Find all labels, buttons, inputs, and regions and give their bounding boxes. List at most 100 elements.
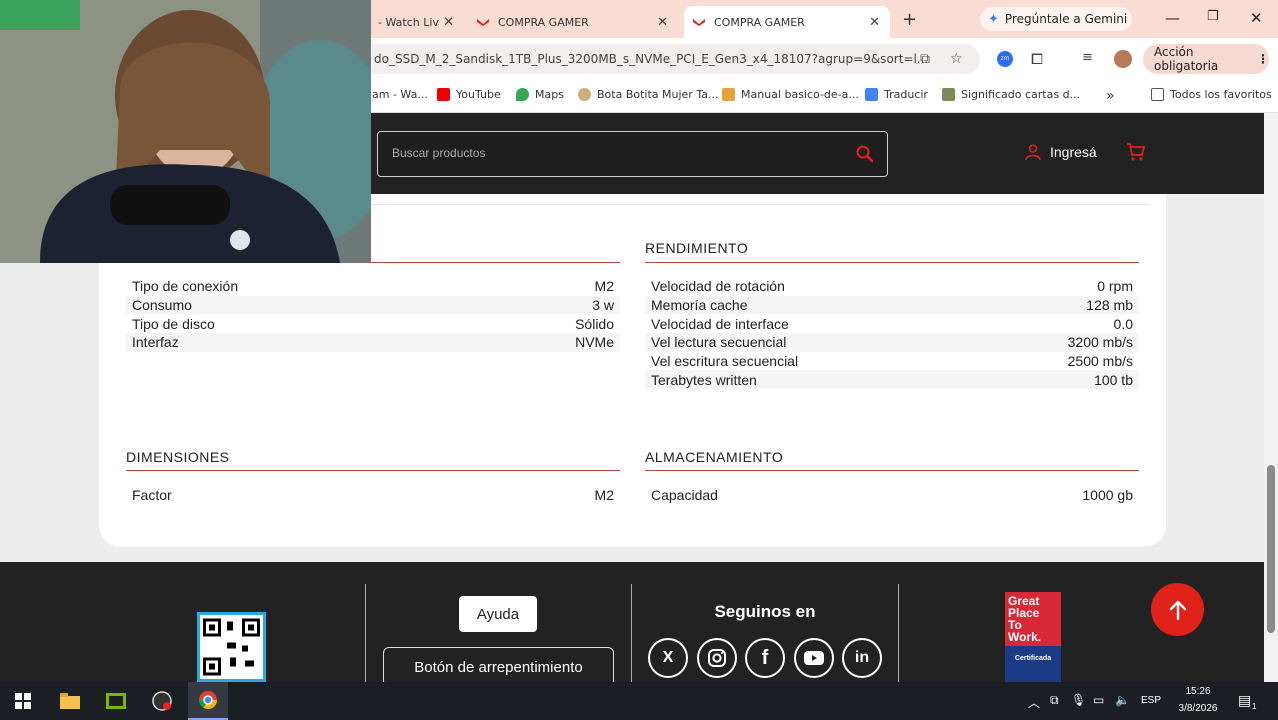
action-required-button[interactable]: Acción obligatoria ⋮ — [1143, 44, 1269, 74]
bookmark-maps[interactable]: Maps — [516, 88, 564, 101]
show-hidden-icons[interactable]: ︿ — [1028, 694, 1040, 711]
spec-value: 2500 mb/s — [1067, 353, 1133, 370]
scroll-to-top-button[interactable] — [1151, 583, 1204, 636]
spec-row: Tipo de conexión M2 — [126, 277, 620, 296]
gemini-sparkle-icon: ✦ — [988, 11, 999, 27]
youtube-glyph-icon — [804, 651, 824, 665]
bookmark-favicon-icon — [578, 88, 591, 101]
search-input[interactable] — [392, 146, 832, 160]
tab-label: COMPRA GAMER — [498, 15, 589, 29]
close-tab-icon[interactable]: ✕ — [869, 15, 880, 30]
linkedin-icon[interactable]: in — [842, 638, 882, 678]
profile-avatar[interactable] — [1114, 50, 1132, 68]
install-app-icon[interactable]: ⧉ — [920, 51, 930, 67]
section-title-almacenamiento: ALMACENAMIENTO — [645, 449, 784, 465]
notifications-icon[interactable]: ▤ — [1238, 692, 1251, 709]
close-tab-icon[interactable]: ✕ — [657, 15, 668, 30]
clock-date[interactable]: 3/8/2026 — [1170, 703, 1226, 714]
network-icon[interactable]: ▭ — [1093, 693, 1104, 707]
bookmark-star-icon[interactable]: ☆ — [950, 51, 963, 67]
microphone-icon[interactable]: 🎙 — [1071, 693, 1086, 707]
bookmark-favicon-icon — [942, 88, 955, 101]
obs-icon[interactable] — [146, 682, 178, 720]
tab-watch-live[interactable]: - Watch Liv ✕ — [372, 6, 464, 38]
tab-label: - Watch Liv — [378, 15, 439, 29]
x-twitter-icon[interactable]: X — [648, 638, 688, 678]
search-icon[interactable] — [855, 144, 875, 164]
windows-taskbar: ︿ ⧉ 🎙 ▭ 🔈 ESP 15:26 3/8/2026 ▤ 1 — [0, 682, 1278, 720]
media-control-icon[interactable]: ≡ — [1082, 50, 1093, 65]
footer-divider — [631, 584, 632, 682]
volume-icon[interactable]: 🔈 — [1115, 693, 1130, 707]
spec-label: Interfaz — [132, 334, 179, 351]
help-button[interactable]: Ayuda — [459, 596, 537, 632]
compra-gamer-icon — [693, 19, 705, 26]
spec-value: 0 rpm — [1097, 278, 1133, 295]
spec-value: M2 — [594, 487, 614, 504]
spec-value: 3 w — [592, 297, 614, 314]
chrome-icon[interactable] — [188, 682, 228, 720]
spec-row: Vel lectura secuencial 3200 mb/s — [645, 333, 1139, 352]
login-label: Ingresá — [1050, 144, 1097, 160]
spec-value: Sólido — [575, 315, 614, 332]
url-text: do_SSD_M_2_Sandisk_1TB_Plus_3200MB_s_NVM… — [374, 52, 929, 66]
windows-start-icon[interactable] — [8, 682, 38, 720]
section-rule — [645, 262, 1139, 263]
gemini-label: Pregúntale a Gemini — [1004, 12, 1128, 26]
login-link[interactable]: Ingresá — [1024, 143, 1097, 161]
section-title-rendimiento: RENDIMIENTO — [645, 240, 749, 256]
regret-button[interactable]: Botón de arrepentimiento — [383, 647, 614, 687]
close-window-button[interactable]: ✕ — [1250, 9, 1263, 27]
language-indicator[interactable]: ESP — [1141, 695, 1161, 706]
spec-row: Terabytes written 100 tb — [645, 370, 1139, 390]
clock-time[interactable]: 15:26 — [1172, 686, 1224, 697]
facebook-icon[interactable]: f — [745, 638, 785, 678]
bookmark-label: Significado cartas d... — [961, 88, 1081, 101]
more-bookmarks-icon[interactable]: » — [1106, 88, 1115, 104]
maps-pin-icon — [516, 88, 529, 101]
all-favorites[interactable]: Todos los favoritos — [1151, 88, 1272, 101]
action-required-label: Acción obligatoria — [1154, 45, 1219, 73]
bookmark-youtube[interactable]: YouTube — [437, 88, 501, 101]
section-title-dimensiones: DIMENSIONES — [126, 449, 230, 465]
cart-icon[interactable] — [1126, 142, 1146, 162]
gemini-button[interactable]: ✦ Pregúntale a Gemini — [980, 7, 1132, 31]
tab-compra-gamer-active[interactable]: COMPRA GAMER ✕ — [684, 6, 890, 38]
page-scrollbar[interactable] — [1264, 113, 1278, 682]
spec-label: Velocidad de interface — [651, 315, 789, 332]
scrollbar-thumb[interactable] — [1267, 465, 1275, 633]
spec-label: Factor — [132, 487, 172, 504]
address-bar[interactable]: do_SSD_M_2_Sandisk_1TB_Plus_3200MB_s_NVM… — [372, 44, 980, 74]
restore-button[interactable]: ❐ — [1207, 9, 1219, 24]
bookmark-traducir[interactable]: Traducir — [865, 88, 928, 101]
spec-label: Tipo de conexión — [132, 278, 239, 295]
instagram-icon[interactable] — [697, 638, 737, 678]
spec-value: 0.0 — [1113, 315, 1133, 332]
spec-label: Vel lectura secuencial — [651, 334, 787, 351]
spec-row: Velocidad de interface 0.0 — [645, 314, 1139, 333]
compra-gamer-icon — [477, 19, 489, 26]
footer-divider — [365, 584, 366, 682]
tab-compra-gamer-1[interactable]: COMPRA GAMER ✕ — [468, 6, 678, 38]
youtube-icon — [437, 88, 450, 101]
bookmark-item[interactable]: am - Wa... — [372, 88, 428, 101]
minimize-button[interactable]: — — [1165, 9, 1180, 27]
youtube-icon[interactable] — [794, 638, 834, 678]
extensions-icon[interactable]: ⧠ — [1031, 50, 1043, 68]
new-tab-button[interactable]: + — [902, 9, 917, 30]
tray-app-icon[interactable]: ⧉ — [1050, 693, 1059, 708]
close-tab-icon[interactable]: ✕ — [443, 15, 454, 30]
bookmark-manual[interactable]: Manual basico-de-a... — [722, 88, 859, 101]
zoom-extension-icon[interactable]: zm — [997, 51, 1013, 67]
file-explorer-icon[interactable] — [54, 682, 86, 720]
bookmark-bota[interactable]: Bota Botita Mujer Ta... — [578, 88, 718, 101]
almacenamiento-spec-table: Capacidad 1000 gb — [645, 486, 1139, 505]
spec-value: 100 tb — [1094, 371, 1133, 388]
spec-row: Consumo 3 w — [126, 295, 620, 315]
bookmark-favicon-icon — [722, 88, 735, 101]
spec-value: M2 — [594, 278, 614, 295]
follow-us-title: Seguinos en — [714, 602, 816, 621]
bookmark-significado[interactable]: Significado cartas d... — [942, 88, 1080, 101]
translate-icon — [865, 88, 878, 101]
nvidia-icon[interactable] — [100, 682, 132, 720]
